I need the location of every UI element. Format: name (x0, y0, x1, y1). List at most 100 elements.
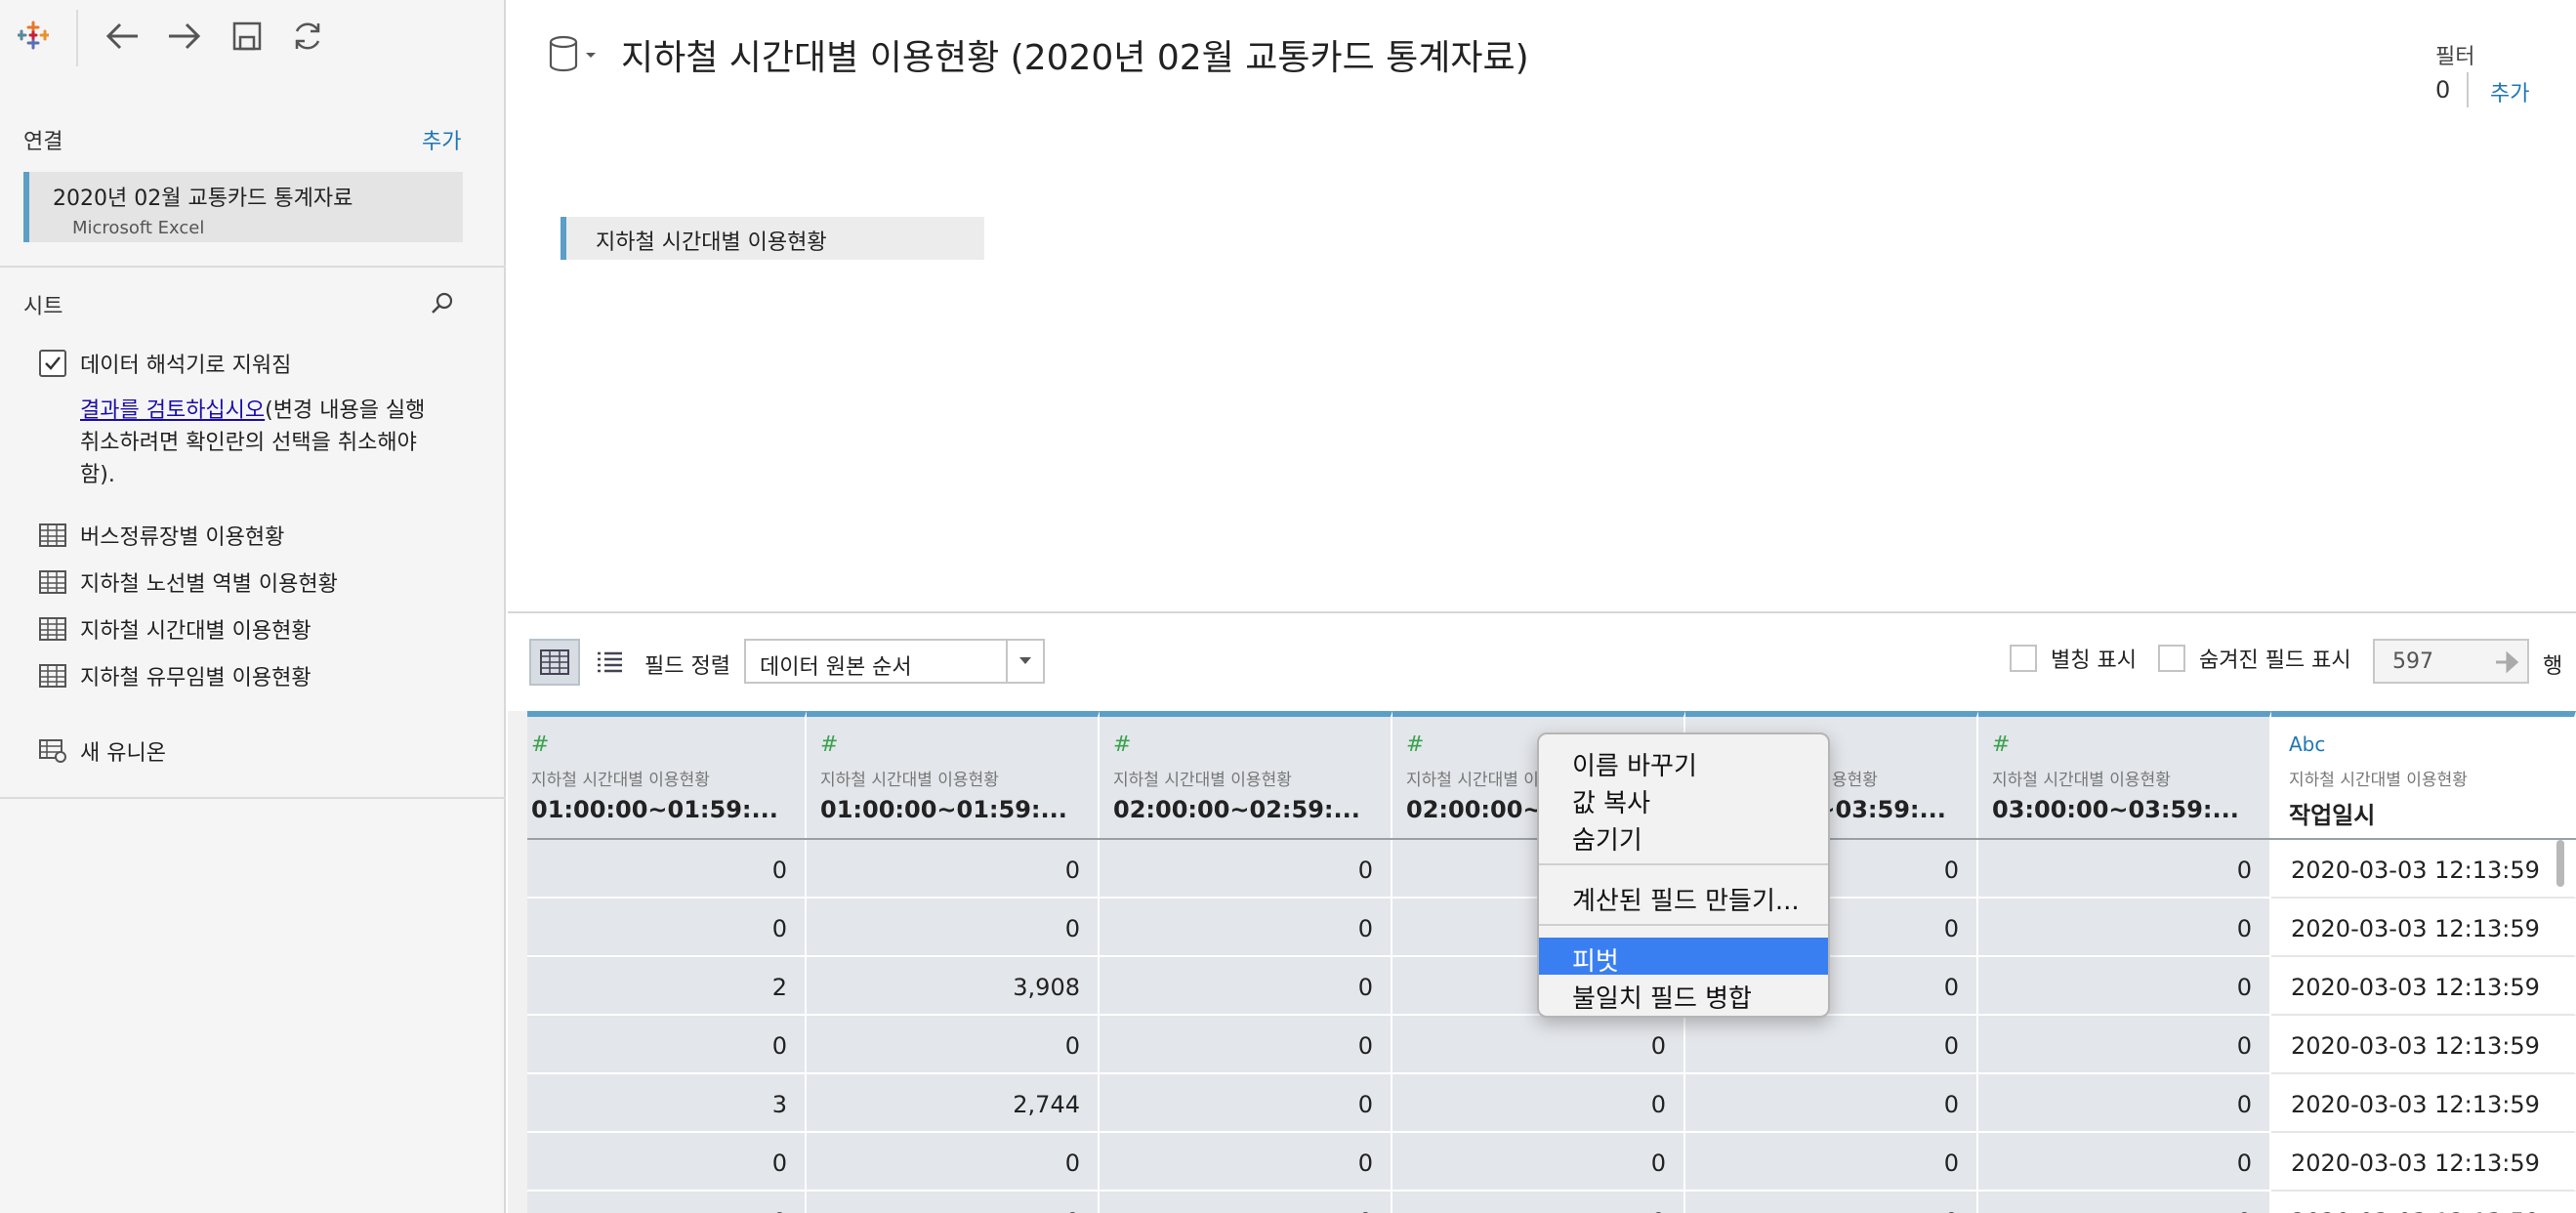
column-header[interactable]: # 지하철 시간대별 이용현황 01:00:00~01:59:... (807, 711, 1100, 838)
show-aliases-checkbox[interactable]: 별칭 표시 (2010, 643, 2137, 674)
table-cell[interactable]: 0 (1978, 1133, 2271, 1192)
canvas-divider (508, 611, 2576, 613)
table-cell[interactable]: 2020-03-03 12:13:59 (2271, 1074, 2576, 1133)
table-cell[interactable]: 2020-03-03 12:13:59 (2271, 1192, 2576, 1213)
table-cell[interactable]: 2020-03-03 12:13:59 (2271, 840, 2576, 899)
column-header[interactable]: # 지하철 시간대별 이용현황 03:00:00~03:59:... (1978, 711, 2271, 838)
column-source: 지하철 시간대별 이용현황 (1113, 771, 1292, 790)
table-cell[interactable]: 0 (1685, 1074, 1978, 1133)
table-cell[interactable]: 0 (1978, 1192, 2271, 1213)
table-cell[interactable]: 0 (1685, 1016, 1978, 1074)
sheet-item-subway-line-station[interactable]: 지하철 노선별 역별 이용현황 (39, 566, 338, 598)
table-cell[interactable]: 3,908 (807, 957, 1100, 1016)
table-cell[interactable]: 0 (807, 1133, 1100, 1192)
table-cell[interactable]: 0 (807, 899, 1100, 957)
forward-button[interactable] (164, 16, 205, 57)
arrow-right-icon[interactable] (2494, 650, 2521, 674)
table-cell[interactable]: 0 (1100, 1192, 1392, 1213)
data-source-title[interactable]: 지하철 시간대별 이용현황 (2020년 02월 교통카드 통계자료) (621, 29, 1529, 80)
show-aliases-label: 별칭 표시 (2051, 648, 2137, 673)
table-cell[interactable]: 0 (1392, 1192, 1685, 1213)
checkbox-unchecked-icon (2158, 645, 2185, 672)
database-icon[interactable] (547, 32, 602, 77)
table-cell[interactable]: 0 (1100, 1074, 1392, 1133)
table-pill[interactable]: 지하철 시간대별 이용현황 (561, 217, 984, 260)
tableau-logo-icon[interactable] (16, 20, 51, 51)
menu-item-hide[interactable]: 숨기기 (1539, 816, 1828, 856)
vertical-scrollbar[interactable] (2556, 840, 2564, 887)
menu-item-create-calculated-field[interactable]: 계산된 필드 만들기... (1539, 877, 1828, 916)
menu-item-pivot[interactable]: 피벗 (1539, 938, 1828, 977)
table-cell[interactable]: 0 (1100, 1133, 1392, 1192)
table-cell[interactable]: 0 (1978, 840, 2271, 899)
table-cell[interactable]: 0 (1100, 840, 1392, 899)
table-cell[interactable]: 0 (1978, 957, 2271, 1016)
column-source: 지하철 시간대별 이용현황 (2289, 771, 2468, 790)
column-header[interactable]: Abc 지하철 시간대별 이용현황 작업일시 (2271, 711, 2576, 838)
table-cell[interactable]: 0 (1685, 1133, 1978, 1192)
table-cell[interactable]: 0 (527, 1133, 807, 1192)
table-cell[interactable]: 0 (1978, 1074, 2271, 1133)
data-interpreter-checkbox[interactable]: 데이터 해석기로 지워짐 (39, 348, 291, 379)
sheet-search-icon[interactable] (430, 291, 455, 316)
table-cell[interactable]: 0 (1100, 899, 1392, 957)
table-cell[interactable]: 0 (1392, 1074, 1685, 1133)
table-cell[interactable]: 0 (1685, 1192, 1978, 1213)
save-icon (232, 21, 262, 51)
connection-name: 2020년 02월 교통카드 통계자료 (53, 187, 353, 211)
sort-fields-select[interactable]: 데이터 원본 순서 (744, 639, 1045, 684)
checkbox-unchecked-icon (2010, 645, 2037, 672)
table-cell[interactable]: 0 (807, 1016, 1100, 1074)
list-icon (598, 651, 622, 673)
table-cell[interactable]: 3 (527, 1074, 807, 1133)
table-cell[interactable]: 2,744 (807, 1074, 1100, 1133)
new-union-item[interactable]: 새 유니온 (39, 735, 166, 767)
table-cell[interactable]: 0 (527, 1192, 807, 1213)
table-cell[interactable]: 0 (807, 840, 1100, 899)
table-cell[interactable]: 0 (1978, 1016, 2271, 1074)
row-count-value: 597 (2392, 649, 2433, 674)
table-cell[interactable]: 0 (807, 1192, 1100, 1213)
sheet-item-subway-fare-type[interactable]: 지하철 유무임별 이용현황 (39, 660, 312, 691)
table-cell[interactable]: 0 (1978, 899, 2271, 957)
table-cell[interactable]: 2020-03-03 12:13:59 (2271, 1133, 2576, 1192)
table-cell[interactable]: 0 (527, 840, 807, 899)
table-cell[interactable]: 0 (1100, 1016, 1392, 1074)
menu-item-copy-values[interactable]: 값 복사 (1539, 779, 1828, 818)
refresh-button[interactable] (287, 16, 328, 57)
table-cell[interactable]: 0 (1392, 1016, 1685, 1074)
column-header[interactable]: # 지하철 시간대별 이용현황 02:00:00~02:59:... (1100, 711, 1392, 838)
table-cell[interactable]: 2 (527, 957, 807, 1016)
table-cell[interactable]: 0 (527, 1016, 807, 1074)
refresh-icon (295, 22, 320, 50)
number-type-icon: # (1113, 732, 1132, 757)
table-cell[interactable]: 0 (1392, 1133, 1685, 1192)
table-cell[interactable]: 2020-03-03 12:13:59 (2271, 899, 2576, 957)
filter-label: 필터 (2435, 45, 2475, 69)
table-cell[interactable]: 0 (527, 899, 807, 957)
table-cell[interactable]: 2020-03-03 12:13:59 (2271, 957, 2576, 1016)
table-icon (39, 617, 66, 641)
menu-separator (1539, 863, 1828, 865)
back-button[interactable] (102, 16, 143, 57)
review-results-link[interactable]: 결과를 검토하십시오 (80, 398, 265, 423)
column-name: 02:00:00~02:59:... (1113, 796, 1360, 823)
column-header[interactable]: # 지하철 시간대별 이용현황 01:00:00~01:59:... (527, 711, 807, 838)
save-button[interactable] (227, 16, 268, 57)
table-cell[interactable]: 0 (1100, 957, 1392, 1016)
grid-view-button[interactable] (529, 639, 580, 686)
connection-type: Microsoft Excel (72, 218, 205, 238)
sheet-item-bus-stop[interactable]: 버스정류장별 이용현황 (39, 520, 284, 551)
chevron-down-icon (1006, 641, 1043, 682)
menu-item-rename[interactable]: 이름 바꾸기 (1539, 742, 1828, 781)
table-cell[interactable]: 2020-03-03 12:13:59 (2271, 1016, 2576, 1074)
add-connection-link[interactable]: 추가 (422, 124, 461, 155)
sheet-item-subway-hourly[interactable]: 지하철 시간대별 이용현황 (39, 613, 312, 645)
connection-card[interactable]: 2020년 02월 교통카드 통계자료 Microsoft Excel (23, 172, 463, 242)
add-filter-link[interactable]: 추가 (2490, 76, 2529, 107)
show-hidden-fields-checkbox[interactable]: 숨겨진 필드 표시 (2158, 643, 2351, 674)
sidebar-divider (0, 266, 506, 268)
row-count-input[interactable]: 597 (2373, 639, 2529, 684)
menu-item-merge-mismatched-fields[interactable]: 불일치 필드 병합 (1539, 975, 1828, 1014)
list-view-button[interactable] (590, 639, 629, 686)
